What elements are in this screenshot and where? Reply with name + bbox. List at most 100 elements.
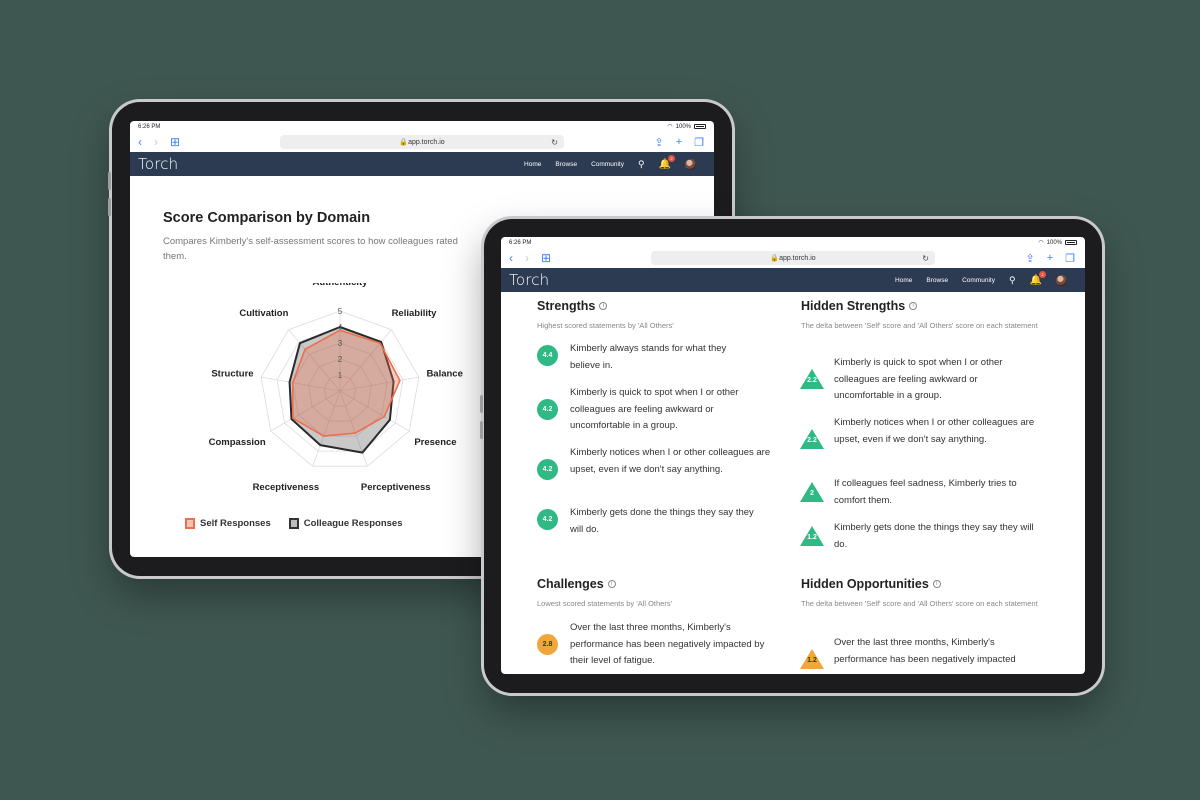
hidden-strengths-section: Hidden Strengths i The delta between 'Sel… bbox=[801, 299, 1061, 333]
axis-label: Structure bbox=[211, 368, 253, 379]
axis-label: Reliability bbox=[392, 308, 438, 319]
score-badge: 4.2 bbox=[537, 459, 558, 480]
legend-self-swatch bbox=[185, 518, 195, 529]
url-bar[interactable]: 🔒 app.torch.io ↻ bbox=[280, 135, 564, 149]
share-icon[interactable]: ⇪ bbox=[1025, 252, 1034, 265]
delta-value: 1.2 bbox=[807, 657, 817, 664]
app-nav: Torch Home Browse Community ⚲ 🔔 2 bbox=[501, 268, 1085, 292]
list-item: 2.2 Kimberly notices when I or other col… bbox=[800, 415, 1036, 449]
legend-self-label: Self Responses bbox=[200, 518, 271, 529]
info-icon[interactable]: i bbox=[599, 302, 608, 310]
search-icon[interactable]: ⚲ bbox=[638, 159, 645, 170]
tick-label: 1 bbox=[338, 371, 343, 380]
avatar[interactable] bbox=[685, 158, 696, 170]
axis-label: Cultivation bbox=[239, 308, 288, 319]
volume-button bbox=[480, 421, 483, 439]
statement-text: Over the last three months, Kimberly's p… bbox=[570, 622, 765, 666]
strengths-title: Strengths bbox=[537, 299, 596, 313]
tabs-icon[interactable]: ❐ bbox=[694, 136, 704, 149]
new-tab-icon[interactable]: + bbox=[676, 136, 682, 149]
browser-bar: ‹ › ⊞ 🔒 app.torch.io ↻ ⇪ + ❐ bbox=[501, 248, 1085, 268]
statement-text: Kimberly gets done the things they say t… bbox=[834, 522, 1034, 550]
delta-value: 2.2 bbox=[807, 437, 817, 444]
score-badge: 4.2 bbox=[537, 399, 558, 420]
legend-self[interactable]: Self Responses bbox=[185, 518, 271, 529]
bookmarks-icon[interactable]: ⊞ bbox=[541, 251, 551, 265]
ipad-front: 6:26 PM ◠ 100% ‹ › ⊞ 🔒 app.torch.io ↻ ⇪ + … bbox=[480, 219, 1102, 693]
search-icon[interactable]: ⚲ bbox=[1009, 275, 1016, 286]
tick-label: 2 bbox=[338, 355, 343, 364]
clock: 6:26 PM bbox=[509, 239, 532, 246]
brand-logo[interactable]: Torch bbox=[138, 155, 178, 173]
app-nav: Torch Home Browse Community ⚲ 🔔 2 bbox=[130, 152, 714, 176]
back-icon[interactable]: ‹ bbox=[509, 251, 513, 265]
nav-community[interactable]: Community bbox=[962, 277, 995, 284]
status-bar: 6:26 PM ◠ 100% bbox=[130, 121, 714, 132]
tick-label: 3 bbox=[338, 339, 343, 348]
brand-logo[interactable]: Torch bbox=[509, 271, 549, 289]
nav-browse[interactable]: Browse bbox=[555, 161, 577, 168]
list-item: 1.2 Kimberly gets done the things they s… bbox=[800, 520, 1036, 553]
axis-label: Authenticity bbox=[313, 283, 369, 288]
nav-community[interactable]: Community bbox=[591, 161, 624, 168]
forward-icon[interactable]: › bbox=[154, 135, 158, 149]
volume-button bbox=[108, 172, 111, 190]
clock: 6:26 PM bbox=[138, 123, 161, 130]
url-text: app.torch.io bbox=[779, 254, 816, 262]
statement-text: Kimberly is quick to spot when I or othe… bbox=[570, 387, 739, 431]
hidden-strengths-title: Hidden Strengths bbox=[801, 299, 906, 313]
tick-label: 5 bbox=[338, 307, 343, 316]
hidden-opportunities-title: Hidden Opportunities bbox=[801, 577, 929, 591]
radar-chart: 1 2 3 4 5 Authenticity Reliability Balance Prese… bbox=[209, 283, 463, 493]
list-item: 4.2 Kimberly notices when I or other col… bbox=[537, 445, 773, 480]
battery-label: 100% bbox=[1046, 239, 1062, 246]
challenges-section: Challenges i Lowest scored statements by … bbox=[537, 577, 757, 611]
volume-button bbox=[480, 395, 483, 413]
statement-text: If colleagues feel sadness, Kimberly tri… bbox=[834, 478, 1017, 506]
delta-badge: 1.2 bbox=[800, 649, 824, 669]
avatar[interactable] bbox=[1056, 274, 1067, 286]
info-icon[interactable]: i bbox=[607, 580, 616, 588]
list-item: 2 If colleagues feel sadness, Kimberly t… bbox=[800, 476, 1036, 509]
bookmarks-icon[interactable]: ⊞ bbox=[170, 135, 180, 149]
chart-legend: Self Responses Colleague Responses bbox=[185, 518, 402, 529]
back-icon[interactable]: ‹ bbox=[138, 135, 142, 149]
forward-icon[interactable]: › bbox=[525, 251, 529, 265]
nav-home[interactable]: Home bbox=[895, 277, 912, 284]
screen: 6:26 PM ◠ 100% ‹ › ⊞ 🔒 app.torch.io ↻ ⇪ + … bbox=[501, 237, 1085, 674]
delta-value: 1.2 bbox=[807, 534, 817, 541]
url-bar[interactable]: 🔒 app.torch.io ↻ bbox=[651, 251, 935, 265]
hidden-strengths-subtitle: The delta between 'Self' score and 'All … bbox=[801, 321, 1038, 330]
delta-value: 2.2 bbox=[807, 377, 817, 384]
nav-browse[interactable]: Browse bbox=[926, 277, 948, 284]
strengths-subtitle: Highest scored statements by 'All Others… bbox=[537, 321, 674, 330]
statement-text: Kimberly notices when I or other colleag… bbox=[834, 417, 1035, 445]
bell-icon[interactable]: 🔔 2 bbox=[1030, 270, 1046, 286]
new-tab-icon[interactable]: + bbox=[1047, 252, 1053, 265]
score-badge: 4.4 bbox=[537, 345, 558, 366]
score-badge: 4.2 bbox=[537, 509, 558, 530]
reload-icon[interactable]: ↻ bbox=[922, 254, 929, 263]
statement-text: Kimberly always stands for what they bel… bbox=[570, 343, 727, 371]
info-icon[interactable]: i bbox=[909, 302, 918, 310]
notification-count: 2 bbox=[1039, 270, 1046, 278]
nav-home[interactable]: Home bbox=[524, 161, 541, 168]
axis-label: Compassion bbox=[209, 437, 266, 448]
delta-badge: 2 bbox=[800, 482, 824, 502]
legend-colleague-label: Colleague Responses bbox=[303, 518, 403, 529]
statement-text: Kimberly notices when I or other colleag… bbox=[570, 447, 771, 475]
share-icon[interactable]: ⇪ bbox=[654, 136, 663, 149]
reload-icon[interactable]: ↻ bbox=[551, 138, 558, 147]
statement-text: Kimberly is quick to spot when I or othe… bbox=[834, 357, 1003, 401]
info-icon[interactable]: i bbox=[932, 580, 941, 588]
tick-label: 4 bbox=[338, 323, 343, 332]
axis-label: Receptiveness bbox=[253, 482, 320, 493]
statement-text: Kimberly gets done the things they say t… bbox=[570, 507, 754, 535]
list-item: 2.8 Over the last three months, Kimberly… bbox=[537, 620, 779, 670]
tabs-icon[interactable]: ❐ bbox=[1065, 252, 1075, 265]
notification-count: 2 bbox=[668, 154, 675, 162]
battery-icon bbox=[1065, 240, 1077, 245]
score-badge: 2.8 bbox=[537, 634, 558, 655]
bell-icon[interactable]: 🔔 2 bbox=[659, 154, 675, 170]
legend-colleague[interactable]: Colleague Responses bbox=[288, 518, 403, 529]
